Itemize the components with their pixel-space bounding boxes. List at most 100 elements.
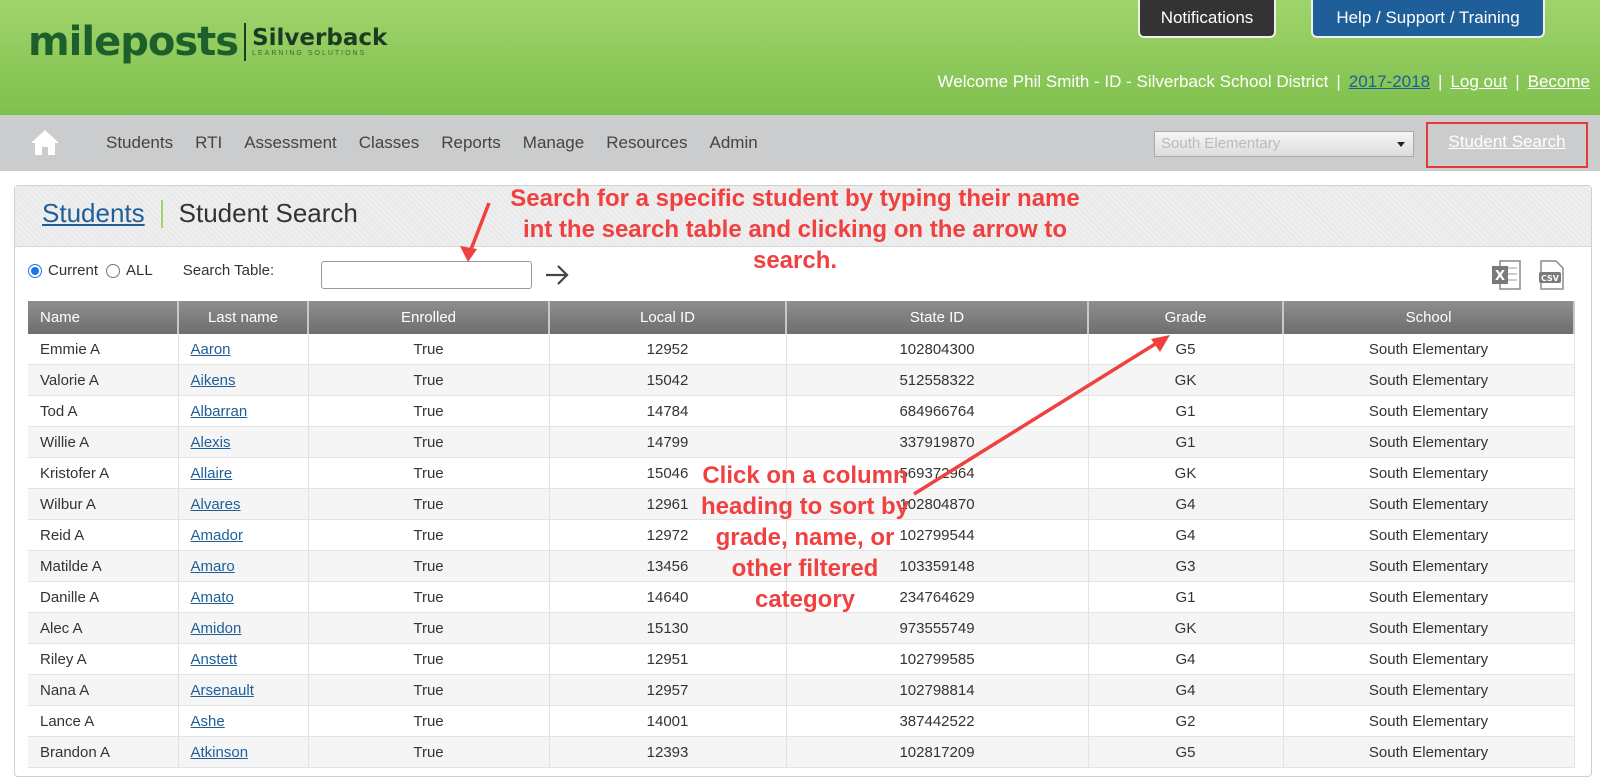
student-last-name-link[interactable]: Anstett	[191, 651, 238, 668]
table-row[interactable]: Riley A Anstett True 12951 102799585 G4 South …	[28, 643, 1575, 675]
all-radio[interactable]	[106, 263, 121, 278]
mileposts-logo[interactable]: mileposts Silverback LEARNING SOLUTIONS	[28, 20, 387, 64]
table-row[interactable]: Brandon A Atkinson True 12393 102817209 G5 Sou…	[28, 736, 1575, 768]
cell-last-name: Anstett	[178, 643, 309, 675]
cell-last-name: Atkinson	[178, 736, 309, 768]
cell-last-name: Amato	[178, 581, 309, 613]
cell-grade: G1	[1088, 395, 1284, 427]
cell-first-name: Riley A	[28, 643, 179, 675]
cell-school: South Elementary	[1283, 705, 1575, 737]
col-header-school[interactable]: School	[1283, 301, 1575, 334]
cell-local-id: 12957	[549, 674, 787, 706]
cell-state-id: 102804300	[786, 334, 1089, 365]
cell-grade: G5	[1088, 334, 1284, 365]
cell-state-id: 684966764	[786, 395, 1089, 427]
col-header-state-id[interactable]: State ID	[786, 301, 1089, 334]
student-last-name-link[interactable]: Albarran	[191, 403, 248, 420]
cell-school: South Elementary	[1283, 519, 1575, 551]
logo-silverback: Silverback LEARNING SOLUTIONS	[252, 26, 387, 58]
excel-export-icon[interactable]: X	[1490, 258, 1522, 292]
page-title: Student Search	[178, 198, 358, 228]
table-row[interactable]: Emmie A Aaron True 12952 102804300 G5 South El…	[28, 334, 1575, 365]
col-header-local-id[interactable]: Local ID	[549, 301, 787, 334]
col-header-grade[interactable]: Grade	[1088, 301, 1284, 334]
school-select[interactable]: South Elementary	[1154, 131, 1414, 157]
table-row[interactable]: Alec A Amidon True 15130 973555749 GK South El…	[28, 612, 1575, 644]
cell-local-id: 12393	[549, 736, 787, 768]
table-row[interactable]: Lance A Ashe True 14001 387442522 G2 South Ele…	[28, 705, 1575, 737]
nav-rti[interactable]: RTI	[195, 133, 222, 153]
help-support-training-button[interactable]: Help / Support / Training	[1311, 0, 1545, 38]
cell-state-id: 387442522	[786, 705, 1089, 737]
logout-link[interactable]: Log out	[1450, 72, 1507, 91]
cell-grade: G5	[1088, 736, 1284, 768]
home-icon[interactable]	[30, 128, 60, 156]
cell-enrolled: True	[308, 519, 550, 551]
nav-assessment[interactable]: Assessment	[244, 133, 337, 153]
table-row[interactable]: Tod A Albarran True 14784 684966764 G1 South E…	[28, 395, 1575, 427]
student-last-name-link[interactable]: Amato	[191, 589, 234, 606]
student-search-link[interactable]: Student Search	[1426, 122, 1588, 168]
cell-local-id: 14799	[549, 426, 787, 458]
table-row[interactable]: Valorie A Aikens True 15042 512558322 GK South…	[28, 364, 1575, 396]
cell-first-name: Nana A	[28, 674, 179, 706]
cell-last-name: Amaro	[178, 550, 309, 582]
nav-manage[interactable]: Manage	[523, 133, 584, 153]
cell-school: South Elementary	[1283, 612, 1575, 644]
student-last-name-link[interactable]: Arsenault	[191, 682, 254, 699]
student-last-name-link[interactable]: Alexis	[191, 434, 231, 451]
cell-enrolled: True	[308, 395, 550, 427]
search-annotation: Search for a specific student by typing …	[510, 185, 1080, 274]
nav-classes[interactable]: Classes	[359, 133, 419, 153]
cell-enrolled: True	[308, 736, 550, 768]
notifications-button[interactable]: Notifications	[1138, 0, 1276, 38]
nav-students[interactable]: Students	[106, 133, 173, 153]
cell-first-name: Matilde A	[28, 550, 179, 582]
cell-state-id: 102817209	[786, 736, 1089, 768]
cell-grade: GK	[1088, 364, 1284, 396]
school-year-link[interactable]: 2017-2018	[1349, 72, 1430, 91]
student-last-name-link[interactable]: Amidon	[191, 620, 242, 637]
cell-school: South Elementary	[1283, 364, 1575, 396]
cell-school: South Elementary	[1283, 550, 1575, 582]
cell-grade: G1	[1088, 581, 1284, 613]
table-header-row: Name Last name Enrolled Local ID State I…	[28, 301, 1575, 334]
cell-state-id: 512558322	[786, 364, 1089, 396]
current-radio[interactable]	[28, 263, 42, 278]
nav-resources[interactable]: Resources	[606, 133, 687, 153]
cell-enrolled: True	[308, 334, 550, 365]
cell-school: South Elementary	[1283, 334, 1575, 365]
cell-enrolled: True	[308, 488, 550, 520]
breadcrumb-students-link[interactable]: Students	[42, 198, 145, 229]
col-header-enrolled[interactable]: Enrolled	[308, 301, 550, 334]
col-header-last-name[interactable]: Last name	[178, 301, 309, 334]
csv-export-icon[interactable]: CSV	[1536, 258, 1566, 292]
cell-grade: G3	[1088, 550, 1284, 582]
student-last-name-link[interactable]: Alvares	[191, 496, 241, 513]
nav-admin[interactable]: Admin	[709, 133, 757, 153]
cell-first-name: Willie A	[28, 426, 179, 458]
cell-last-name: Aaron	[178, 334, 309, 365]
become-link[interactable]: Become	[1528, 72, 1590, 91]
student-last-name-link[interactable]: Amaro	[191, 558, 235, 575]
svg-text:X: X	[1495, 269, 1505, 284]
cell-last-name: Alvares	[178, 488, 309, 520]
cell-last-name: Aikens	[178, 364, 309, 396]
student-last-name-link[interactable]: Allaire	[191, 465, 233, 482]
student-last-name-link[interactable]: Aaron	[191, 341, 231, 358]
cell-grade: GK	[1088, 612, 1284, 644]
logo-silverback-text: Silverback	[252, 25, 388, 51]
table-row[interactable]: Nana A Arsenault True 12957 102798814 G4 South…	[28, 674, 1575, 706]
logo-mileposts-text: mileposts	[28, 19, 239, 65]
student-last-name-link[interactable]: Ashe	[191, 713, 225, 730]
chevron-down-icon	[1397, 142, 1405, 147]
cell-local-id: 12952	[549, 334, 787, 365]
student-last-name-link[interactable]: Amador	[191, 527, 244, 544]
student-last-name-link[interactable]: Aikens	[191, 372, 236, 389]
cell-last-name: Arsenault	[178, 674, 309, 706]
nav-reports[interactable]: Reports	[441, 133, 501, 153]
cell-last-name: Ashe	[178, 705, 309, 737]
col-header-name[interactable]: Name	[28, 301, 179, 334]
student-last-name-link[interactable]: Atkinson	[191, 744, 249, 761]
table-row[interactable]: Willie A Alexis True 14799 337919870 G1 South …	[28, 426, 1575, 458]
